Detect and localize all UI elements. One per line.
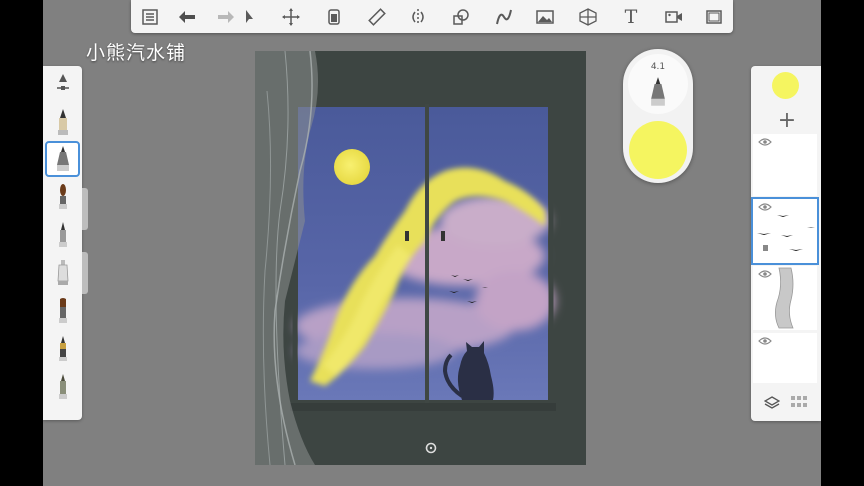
select-icon[interactable] xyxy=(237,4,263,30)
airbrush-icon[interactable] xyxy=(47,257,78,289)
pencil-brush-icon[interactable] xyxy=(47,106,78,138)
artwork xyxy=(255,51,586,465)
flat-brush-icon[interactable] xyxy=(47,295,78,327)
redo-icon[interactable] xyxy=(213,4,239,30)
perspective-icon[interactable] xyxy=(575,4,601,30)
fullscreen-icon[interactable] xyxy=(701,4,727,30)
watermark: 小熊汽水铺 xyxy=(86,42,187,64)
pen-brush-icon[interactable] xyxy=(47,333,78,365)
text-icon[interactable]: T xyxy=(618,4,644,30)
grid-view-icon[interactable] xyxy=(791,395,809,411)
layer-thumbnail[interactable] xyxy=(753,134,817,196)
list-icon[interactable] xyxy=(137,4,163,30)
window-latch-left xyxy=(405,231,409,241)
symmetry-icon[interactable] xyxy=(405,4,431,30)
video-icon[interactable] xyxy=(661,4,687,30)
moon xyxy=(334,149,370,185)
ruler-icon[interactable] xyxy=(364,4,390,30)
visibility-eye-icon[interactable] xyxy=(758,137,772,147)
window-mullion xyxy=(425,104,429,403)
layer-preview-birds xyxy=(757,215,815,251)
ink-brush-icon[interactable] xyxy=(47,219,78,251)
color-swatch[interactable] xyxy=(629,121,687,179)
blender-brush-icon[interactable] xyxy=(47,371,78,403)
palette-handle-top[interactable] xyxy=(82,188,88,230)
current-color-swatch[interactable] xyxy=(772,72,799,99)
puck-size-area[interactable]: 4.1 xyxy=(628,54,688,114)
layer-thumbnail-selected[interactable] xyxy=(751,197,819,265)
brush-size-readout: 4.1 xyxy=(650,62,666,72)
palette-handle-bottom[interactable] xyxy=(82,252,88,294)
layers-footer xyxy=(751,388,821,421)
transform-icon[interactable] xyxy=(278,4,304,30)
image-icon[interactable] xyxy=(532,4,558,30)
brush-puck[interactable]: 4.1 xyxy=(623,49,693,183)
window-latch-right xyxy=(441,231,445,241)
shape-icon[interactable] xyxy=(448,4,474,30)
marker-brush-icon[interactable] xyxy=(45,141,80,177)
visibility-eye-icon[interactable] xyxy=(758,336,772,346)
layer-thumbnail[interactable] xyxy=(753,266,817,330)
layer-preview-curtain xyxy=(775,267,794,329)
window-sill xyxy=(290,403,556,411)
curve-icon[interactable] xyxy=(491,4,517,30)
text-icon-glyph: T xyxy=(624,5,638,28)
undo-icon[interactable] xyxy=(174,4,200,30)
brush-palette xyxy=(43,66,82,420)
paint-brush-icon[interactable] xyxy=(47,181,78,213)
current-brush-icon xyxy=(651,77,665,106)
top-toolbar: T xyxy=(131,0,733,33)
brush-settings-icon[interactable] xyxy=(47,68,78,100)
add-layer-button[interactable]: + xyxy=(774,108,800,134)
fill-icon[interactable] xyxy=(321,4,347,30)
layer-thumbnail[interactable] xyxy=(753,333,817,383)
drawing-canvas[interactable] xyxy=(255,51,586,465)
layers-stack-icon[interactable] xyxy=(764,395,780,411)
